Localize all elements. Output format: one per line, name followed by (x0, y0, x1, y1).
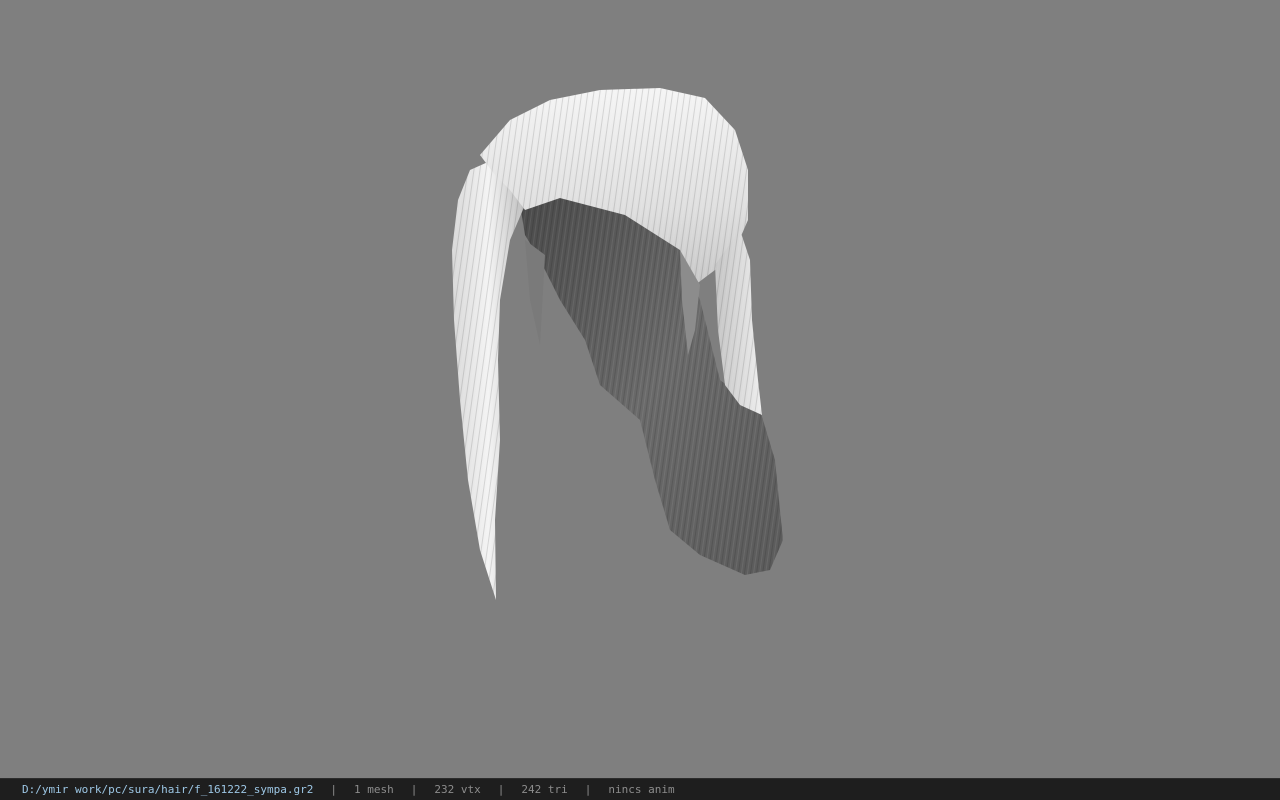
status-separator: | (584, 783, 592, 796)
status-separator: | (410, 783, 418, 796)
hair-inner-strand (525, 240, 545, 345)
status-anim: nincs anim (608, 783, 675, 796)
status-triangle-count: 242 tri (521, 783, 568, 796)
status-file-path: D:/ymir work/pc/sura/hair/f_161222_sympa… (22, 783, 314, 796)
status-separator: | (497, 783, 505, 796)
3d-viewport[interactable] (0, 0, 1280, 778)
hair-model (452, 88, 783, 600)
status-vertex-count: 232 vtx (434, 783, 481, 796)
status-mesh-count: 1 mesh (354, 783, 394, 796)
status-separator: | (330, 783, 338, 796)
status-bar: D:/ymir work/pc/sura/hair/f_161222_sympa… (0, 778, 1280, 800)
